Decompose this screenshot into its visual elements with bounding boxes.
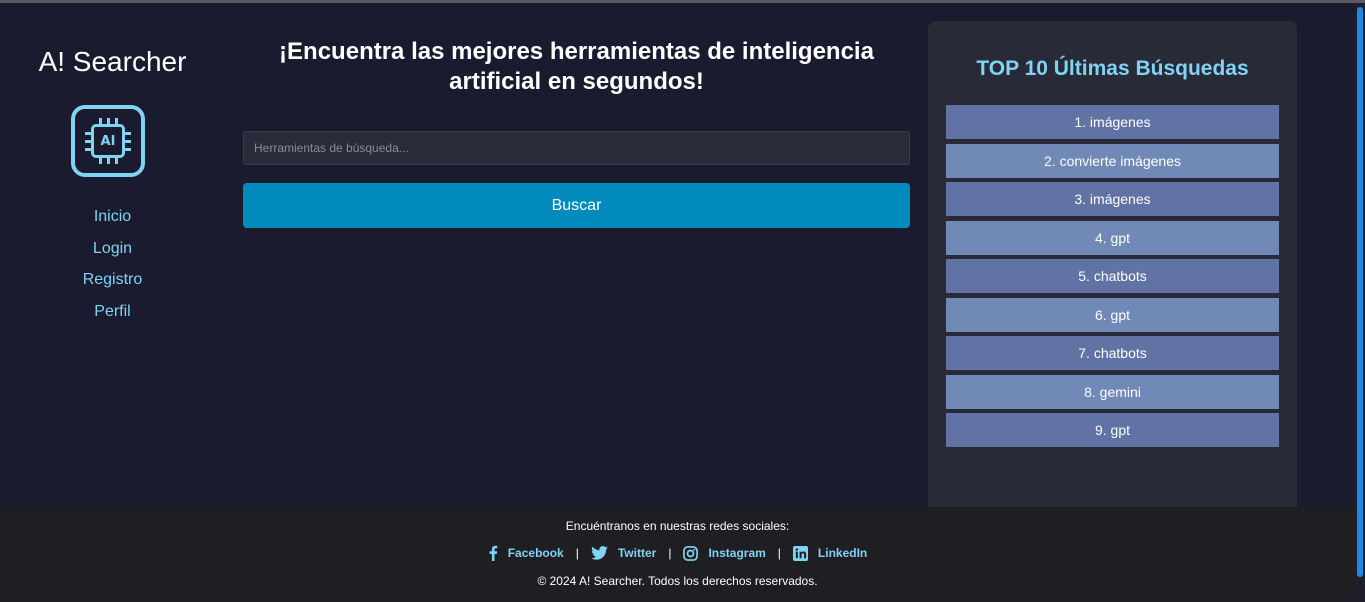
page-headline: ¡Encuentra las mejores herramientas de i… (279, 38, 874, 95)
linkedin-label: LinkedIn (817, 546, 868, 560)
copyright-text: © 2024 A! Searcher. Todos los derechos r… (537, 574, 818, 588)
separator: | (777, 546, 781, 560)
facebook-label: Facebook (507, 546, 564, 560)
ai-chip-logo-icon[interactable]: AI (71, 105, 145, 177)
linkedin-link[interactable]: LinkedIn (792, 545, 868, 561)
top-search-item[interactable]: 5. chatbots (946, 259, 1279, 293)
social-links: Facebook | Twitter | Instagram | LinkedI… (0, 545, 1355, 561)
top-searches-panel: TOP 10 Últimas Búsquedas 1. imágenes 2. c… (928, 21, 1297, 507)
search-button[interactable]: Buscar (243, 183, 910, 228)
separator: | (668, 546, 672, 560)
twitter-link[interactable]: Twitter (590, 546, 657, 560)
nav-inicio-link[interactable]: Inicio (0, 203, 225, 235)
brand-title[interactable]: A! Searcher (0, 46, 225, 78)
facebook-link[interactable]: Facebook (488, 545, 564, 561)
main-nav: Inicio Login Registro Perfil (0, 203, 225, 329)
instagram-icon (683, 545, 699, 561)
nav-login-link[interactable]: Login (0, 235, 225, 267)
chip-icon: AI (85, 118, 131, 164)
footer-title: Encuéntranos en nuestras redes sociales: (565, 519, 790, 533)
nav-perfil-link[interactable]: Perfil (0, 298, 225, 330)
top-search-item[interactable]: 8. gemini (946, 374, 1279, 409)
separator: | (575, 546, 579, 560)
footer: Encuéntranos en nuestras redes sociales:… (0, 507, 1355, 602)
top-searches-title: TOP 10 Últimas Búsquedas (976, 57, 1249, 80)
linkedin-icon (792, 545, 808, 561)
logo-text: AI (100, 133, 116, 149)
top-search-item[interactable]: 1. imágenes (946, 105, 1279, 139)
top-search-item[interactable]: 7. chatbots (946, 336, 1279, 370)
top-searches-list: 1. imágenes 2. convierte imágenes 3. imáge… (946, 105, 1279, 452)
sidebar: A! Searcher AI Inicio Login Registro Per… (0, 3, 225, 507)
instagram-link[interactable]: Instagram (683, 545, 766, 561)
top-search-item[interactable]: 2. convierte imágenes (946, 143, 1279, 178)
top-search-item[interactable]: 4. gpt (946, 220, 1279, 255)
top-search-item[interactable]: 3. imágenes (946, 182, 1279, 216)
scrollbar-thumb[interactable] (1357, 7, 1363, 577)
nav-registro-link[interactable]: Registro (0, 266, 225, 298)
instagram-label: Instagram (708, 546, 766, 560)
top-search-item[interactable]: 9. gpt (946, 413, 1279, 447)
facebook-icon (489, 545, 498, 561)
scrollbar[interactable] (1355, 3, 1365, 602)
top-search-item[interactable]: 6. gpt (946, 297, 1279, 332)
twitter-icon (590, 546, 608, 560)
twitter-label: Twitter (617, 546, 657, 560)
search-input[interactable] (243, 131, 910, 165)
